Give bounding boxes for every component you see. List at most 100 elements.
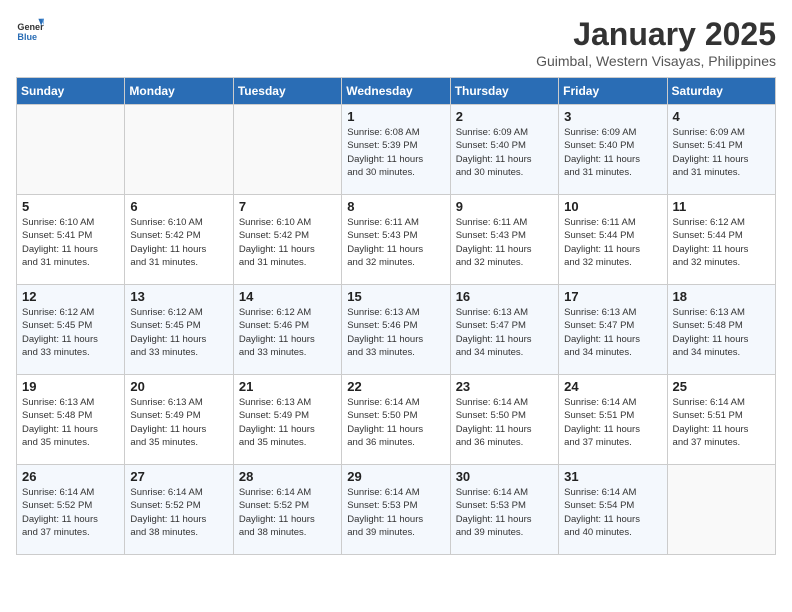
svg-text:Blue: Blue xyxy=(17,32,37,42)
col-header-sunday: Sunday xyxy=(17,78,125,105)
day-cell: 28 Sunrise: 6:14 AM Sunset: 5:52 PM Dayli… xyxy=(233,465,341,555)
day-info: Sunrise: 6:14 AM Sunset: 5:52 PM Dayligh… xyxy=(239,486,336,539)
day-cell: 29Sunrise: 6:14 AM Sunset: 5:53 PM Dayli… xyxy=(342,465,450,555)
day-number: 20 xyxy=(130,379,227,394)
calendar-subtitle: Guimbal, Western Visayas, Philippines xyxy=(536,53,776,69)
day-info: Sunrise: 6:10 AM Sunset: 5:42 PM Dayligh… xyxy=(130,216,227,269)
title-block: January 2025 Guimbal, Western Visayas, P… xyxy=(536,16,776,69)
day-cell: 25 Sunrise: 6:14 AM Sunset: 5:51 PM Dayli… xyxy=(667,375,775,465)
col-header-saturday: Saturday xyxy=(667,78,775,105)
day-info: Sunrise: 6:14 AM Sunset: 5:50 PM Dayligh… xyxy=(347,396,444,449)
day-cell xyxy=(125,105,233,195)
day-cell: 7Sunrise: 6:10 AM Sunset: 5:42 PM Daylig… xyxy=(233,195,341,285)
day-cell: 8 Sunrise: 6:11 AM Sunset: 5:43 PM Daylig… xyxy=(342,195,450,285)
day-info: Sunrise: 6:11 AM Sunset: 5:43 PM Dayligh… xyxy=(456,216,553,269)
day-info: Sunrise: 6:09 AM Sunset: 5:41 PM Dayligh… xyxy=(673,126,770,179)
day-number: 18 xyxy=(673,289,770,304)
day-number: 12 xyxy=(22,289,119,304)
day-cell xyxy=(17,105,125,195)
day-number: 7 xyxy=(239,199,336,214)
day-cell: 11Sunrise: 6:12 AM Sunset: 5:44 PM Dayli… xyxy=(667,195,775,285)
day-info: Sunrise: 6:12 AM Sunset: 5:46 PM Dayligh… xyxy=(239,306,336,359)
day-number: 15 xyxy=(347,289,444,304)
logo: General Blue xyxy=(16,16,44,44)
day-info: Sunrise: 6:09 AM Sunset: 5:40 PM Dayligh… xyxy=(456,126,553,179)
day-cell: 20 Sunrise: 6:13 AM Sunset: 5:49 PM Dayli… xyxy=(125,375,233,465)
day-cell: 31 Sunrise: 6:14 AM Sunset: 5:54 PM Dayli… xyxy=(559,465,667,555)
week-row-1: 1 Sunrise: 6:08 AM Sunset: 5:39 PM Daylig… xyxy=(17,105,776,195)
day-info: Sunrise: 6:09 AM Sunset: 5:40 PM Dayligh… xyxy=(564,126,661,179)
week-row-4: 19Sunrise: 6:13 AM Sunset: 5:48 PM Dayli… xyxy=(17,375,776,465)
day-cell: 13 Sunrise: 6:12 AM Sunset: 5:45 PM Dayli… xyxy=(125,285,233,375)
day-number: 6 xyxy=(130,199,227,214)
day-number: 4 xyxy=(673,109,770,124)
day-cell: 26 Sunrise: 6:14 AM Sunset: 5:52 PM Dayli… xyxy=(17,465,125,555)
day-cell: 22 Sunrise: 6:14 AM Sunset: 5:50 PM Dayli… xyxy=(342,375,450,465)
day-cell: 24 Sunrise: 6:14 AM Sunset: 5:51 PM Dayli… xyxy=(559,375,667,465)
day-number: 5 xyxy=(22,199,119,214)
day-info: Sunrise: 6:14 AM Sunset: 5:50 PM Dayligh… xyxy=(456,396,553,449)
day-number: 26 xyxy=(22,469,119,484)
day-cell: 27Sunrise: 6:14 AM Sunset: 5:52 PM Dayli… xyxy=(125,465,233,555)
col-header-tuesday: Tuesday xyxy=(233,78,341,105)
day-info: Sunrise: 6:08 AM Sunset: 5:39 PM Dayligh… xyxy=(347,126,444,179)
day-cell: 17 Sunrise: 6:13 AM Sunset: 5:47 PM Dayli… xyxy=(559,285,667,375)
day-info: Sunrise: 6:11 AM Sunset: 5:44 PM Dayligh… xyxy=(564,216,661,269)
day-cell: 14 Sunrise: 6:12 AM Sunset: 5:46 PM Dayli… xyxy=(233,285,341,375)
day-cell: 3Sunrise: 6:09 AM Sunset: 5:40 PM Daylig… xyxy=(559,105,667,195)
day-cell: 10 Sunrise: 6:11 AM Sunset: 5:44 PM Dayli… xyxy=(559,195,667,285)
day-info: Sunrise: 6:13 AM Sunset: 5:49 PM Dayligh… xyxy=(239,396,336,449)
day-info: Sunrise: 6:14 AM Sunset: 5:53 PM Dayligh… xyxy=(456,486,553,539)
day-number: 30 xyxy=(456,469,553,484)
day-cell: 5Sunrise: 6:10 AM Sunset: 5:41 PM Daylig… xyxy=(17,195,125,285)
col-header-monday: Monday xyxy=(125,78,233,105)
day-cell: 1 Sunrise: 6:08 AM Sunset: 5:39 PM Daylig… xyxy=(342,105,450,195)
day-number: 13 xyxy=(130,289,227,304)
day-info: Sunrise: 6:13 AM Sunset: 5:46 PM Dayligh… xyxy=(347,306,444,359)
day-cell: 19Sunrise: 6:13 AM Sunset: 5:48 PM Dayli… xyxy=(17,375,125,465)
page-header: General Blue January 2025 Guimbal, Weste… xyxy=(16,16,776,69)
day-cell: 9 Sunrise: 6:11 AM Sunset: 5:43 PM Daylig… xyxy=(450,195,558,285)
day-number: 22 xyxy=(347,379,444,394)
day-info: Sunrise: 6:14 AM Sunset: 5:52 PM Dayligh… xyxy=(22,486,119,539)
day-cell: 12 Sunrise: 6:12 AM Sunset: 5:45 PM Dayli… xyxy=(17,285,125,375)
day-info: Sunrise: 6:13 AM Sunset: 5:48 PM Dayligh… xyxy=(673,306,770,359)
day-info: Sunrise: 6:11 AM Sunset: 5:43 PM Dayligh… xyxy=(347,216,444,269)
day-info: Sunrise: 6:13 AM Sunset: 5:47 PM Dayligh… xyxy=(456,306,553,359)
header-row: SundayMondayTuesdayWednesdayThursdayFrid… xyxy=(17,78,776,105)
day-number: 17 xyxy=(564,289,661,304)
day-number: 27 xyxy=(130,469,227,484)
day-number: 31 xyxy=(564,469,661,484)
day-cell: 18 Sunrise: 6:13 AM Sunset: 5:48 PM Dayli… xyxy=(667,285,775,375)
day-cell: 6 Sunrise: 6:10 AM Sunset: 5:42 PM Daylig… xyxy=(125,195,233,285)
day-number: 28 xyxy=(239,469,336,484)
day-cell xyxy=(233,105,341,195)
day-cell: 23Sunrise: 6:14 AM Sunset: 5:50 PM Dayli… xyxy=(450,375,558,465)
day-info: Sunrise: 6:14 AM Sunset: 5:51 PM Dayligh… xyxy=(564,396,661,449)
day-info: Sunrise: 6:12 AM Sunset: 5:44 PM Dayligh… xyxy=(673,216,770,269)
day-number: 16 xyxy=(456,289,553,304)
day-number: 24 xyxy=(564,379,661,394)
week-row-5: 26 Sunrise: 6:14 AM Sunset: 5:52 PM Dayli… xyxy=(17,465,776,555)
day-cell: 4 Sunrise: 6:09 AM Sunset: 5:41 PM Daylig… xyxy=(667,105,775,195)
day-cell: 16 Sunrise: 6:13 AM Sunset: 5:47 PM Dayli… xyxy=(450,285,558,375)
day-info: Sunrise: 6:13 AM Sunset: 5:48 PM Dayligh… xyxy=(22,396,119,449)
day-info: Sunrise: 6:12 AM Sunset: 5:45 PM Dayligh… xyxy=(22,306,119,359)
day-number: 9 xyxy=(456,199,553,214)
day-number: 14 xyxy=(239,289,336,304)
week-row-3: 12 Sunrise: 6:12 AM Sunset: 5:45 PM Dayli… xyxy=(17,285,776,375)
svg-text:General: General xyxy=(17,22,44,32)
calendar-title: January 2025 xyxy=(536,16,776,53)
day-number: 1 xyxy=(347,109,444,124)
day-number: 25 xyxy=(673,379,770,394)
day-number: 8 xyxy=(347,199,444,214)
day-cell: 21Sunrise: 6:13 AM Sunset: 5:49 PM Dayli… xyxy=(233,375,341,465)
day-info: Sunrise: 6:14 AM Sunset: 5:54 PM Dayligh… xyxy=(564,486,661,539)
col-header-thursday: Thursday xyxy=(450,78,558,105)
day-info: Sunrise: 6:13 AM Sunset: 5:49 PM Dayligh… xyxy=(130,396,227,449)
day-info: Sunrise: 6:13 AM Sunset: 5:47 PM Dayligh… xyxy=(564,306,661,359)
day-cell: 15 Sunrise: 6:13 AM Sunset: 5:46 PM Dayli… xyxy=(342,285,450,375)
day-number: 10 xyxy=(564,199,661,214)
day-info: Sunrise: 6:12 AM Sunset: 5:45 PM Dayligh… xyxy=(130,306,227,359)
day-info: Sunrise: 6:14 AM Sunset: 5:51 PM Dayligh… xyxy=(673,396,770,449)
